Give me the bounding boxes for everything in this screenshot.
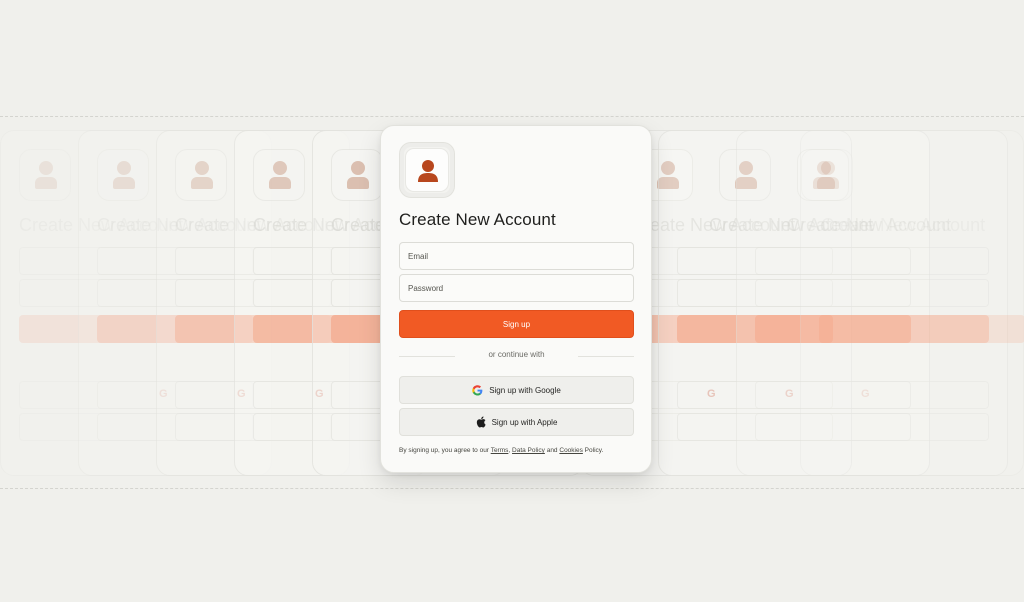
- password-field[interactable]: [399, 274, 634, 302]
- google-icon: G: [785, 388, 794, 400]
- user-icon: [97, 149, 149, 201]
- stage: Create New Account Create New Account G …: [0, 0, 1024, 602]
- apple-signup-label: Sign up with Apple: [491, 417, 558, 427]
- guide-line-bottom: [0, 488, 1024, 489]
- google-signup-button[interactable]: Sign up with Google: [399, 376, 634, 404]
- google-signup-label: Sign up with Google: [489, 385, 561, 395]
- data-policy-link[interactable]: Data Policy: [512, 447, 545, 454]
- email-field[interactable]: [399, 242, 634, 270]
- google-icon: G: [707, 388, 716, 400]
- ghost-title: Create New Account: [821, 215, 986, 235]
- avatar: [399, 142, 455, 198]
- user-icon: [418, 160, 438, 182]
- user-icon: [175, 149, 227, 201]
- google-icon: G: [861, 388, 870, 400]
- google-icon: [472, 384, 483, 396]
- divider: or continue with: [399, 350, 634, 362]
- guide-line-top: [0, 116, 1024, 117]
- user-icon: [19, 149, 71, 201]
- legal-text: By signing up, you agree to our Terms, D…: [399, 447, 604, 454]
- ghost-card: Create New Account G: [800, 130, 1024, 476]
- apple-signup-button[interactable]: Sign up with Apple: [399, 408, 634, 436]
- divider-text: or continue with: [488, 350, 545, 359]
- user-icon: [801, 149, 853, 201]
- signup-button[interactable]: Sign up: [399, 310, 634, 338]
- cookies-policy-link[interactable]: Cookies: [559, 447, 582, 454]
- user-icon: [253, 149, 305, 201]
- terms-link[interactable]: Terms: [491, 447, 509, 454]
- apple-icon: [476, 416, 486, 428]
- page-title: Create New Account: [399, 210, 556, 229]
- user-icon: [331, 149, 383, 201]
- signup-card: Create New Account Sign up or continue w…: [380, 125, 652, 473]
